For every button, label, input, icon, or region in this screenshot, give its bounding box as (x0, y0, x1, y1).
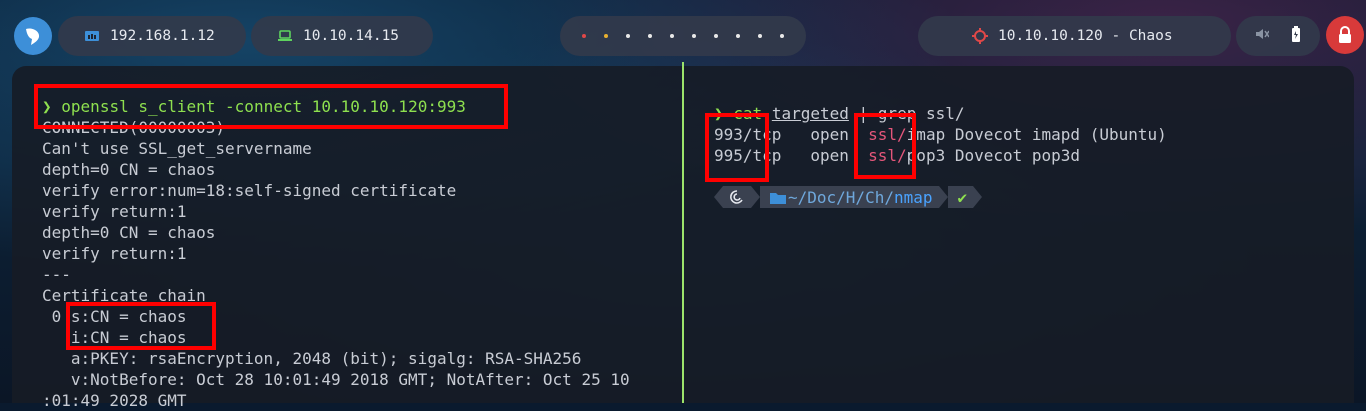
target-crosshair-icon (972, 28, 988, 44)
output-line: verify return:1 (42, 202, 187, 221)
output-line: verify error:num=18:self-signed certific… (42, 181, 457, 200)
workspace-dot[interactable] (714, 34, 718, 38)
prompt-cap-left (714, 186, 723, 208)
workspace-dot-active[interactable] (582, 34, 586, 38)
file-argument: targeted (771, 104, 849, 123)
shell-prompt-bar: ~/Doc/H/Ch/nmap ✔ (714, 186, 983, 208)
network-icon (84, 29, 100, 43)
highlight-box-ports (705, 113, 769, 182)
workspace-dot-occupied[interactable] (604, 34, 608, 38)
grep-row: 993/tcp open ssl/imap Dovecot imapd (Ubu… (714, 125, 1167, 144)
workspace-dot[interactable] (692, 34, 696, 38)
path-prefix: ~/Doc/H/Ch/ (788, 187, 894, 207)
output-line: depth=0 CN = chaos (42, 223, 216, 242)
output-line: verify return:1 (42, 244, 187, 263)
status-ok-icon: ✔ (947, 186, 974, 208)
highlight-box-command (34, 84, 508, 129)
laptop-icon (277, 30, 293, 42)
folder-icon (770, 192, 786, 204)
prompt-cap-right (973, 186, 983, 208)
prompt-separator (751, 186, 760, 208)
pane-divider[interactable] (682, 62, 684, 403)
debian-swirl-icon (730, 190, 743, 204)
top-bar: 192.168.1.12 10.10.14.15 10.10.10.120 - … (0, 0, 1366, 62)
system-tray (1236, 16, 1320, 56)
target-text: 10.10.10.120 - Chaos (998, 28, 1173, 44)
target-widget[interactable]: 10.10.10.120 - Chaos (918, 16, 1231, 56)
workspace-dot[interactable] (758, 34, 762, 38)
prompt-separator (938, 186, 948, 208)
workspace-switcher[interactable] (560, 16, 806, 56)
path-current: nmap (893, 187, 933, 207)
path-segment: ~/Doc/H/Ch/nmap (760, 186, 939, 208)
distro-segment (723, 186, 751, 208)
output-line: v:NotBefore: Oct 28 10:01:49 2018 GMT; N… (42, 370, 630, 389)
vpn-ip-text: 10.10.14.15 (303, 28, 400, 44)
grep-output: 993/tcp open ssl/imap Dovecot imapd (Ubu… (714, 124, 1167, 166)
grep-row: 995/tcp open ssl/pop3 Dovecot pop3d (714, 146, 1081, 165)
output-line: a:PKEY: rsaEncryption, 2048 (bit); sigal… (42, 349, 582, 368)
workspace-dot[interactable] (648, 34, 652, 38)
battery-icon[interactable] (1291, 26, 1301, 46)
local-ip-widget[interactable]: 192.168.1.12 (58, 16, 246, 56)
highlight-box-subject-issuer (66, 302, 216, 350)
output-line: Can't use SSL_get_servername (42, 139, 312, 158)
highlight-box-ssl (854, 113, 916, 179)
local-ip-text: 192.168.1.12 (110, 28, 215, 44)
workspace-dot[interactable] (780, 34, 784, 38)
vpn-ip-widget[interactable]: 10.10.14.15 (251, 16, 433, 56)
output-line: depth=0 CN = chaos (42, 160, 216, 179)
workspace-dot[interactable] (626, 34, 630, 38)
workspace-dot[interactable] (736, 34, 740, 38)
output-line: --- (42, 265, 71, 284)
lock-screen-icon[interactable] (1326, 16, 1364, 54)
output-line: :01:49 2028 GMT (42, 391, 187, 410)
parrot-logo-icon[interactable] (14, 17, 52, 55)
volume-muted-icon[interactable] (1255, 27, 1270, 45)
workspace-dot[interactable] (670, 34, 674, 38)
terminal-output: CONNECTED(00000003) Can't use SSL_get_ser… (42, 117, 630, 411)
